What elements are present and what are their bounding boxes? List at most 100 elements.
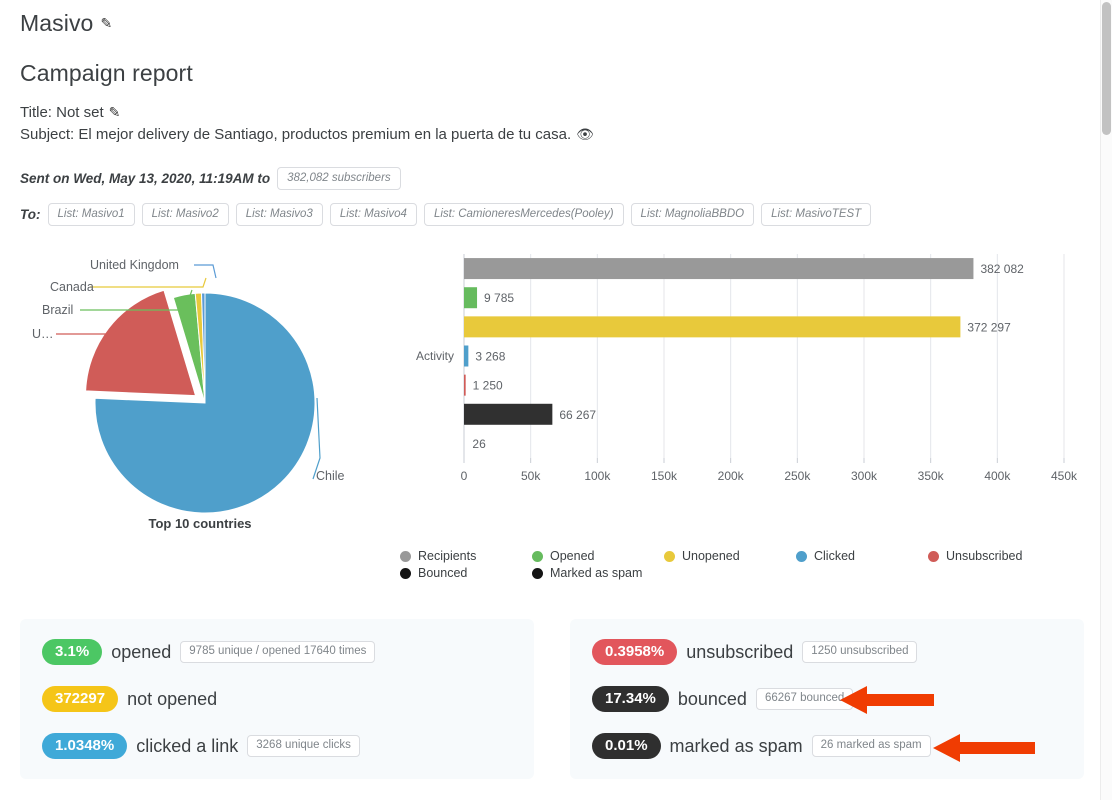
campaign-title-row: Title: Not set ✎	[20, 87, 1100, 121]
campaign-subject-row: Subject: El mejor delivery de Santiago, …	[20, 121, 1100, 143]
scrollbar-thumb[interactable]	[1102, 2, 1111, 135]
app-title: Masivo ✎	[20, 0, 1100, 37]
legend-color-dot	[400, 551, 411, 562]
activity-bar-chart: 0 50k 100k 150k 200k 250k 300k 350k 400k 450k 382 …	[400, 248, 1100, 558]
bar-chart-svg: 0 50k 100k 150k 200k 250k 300k 350k 400k 450k 382 …	[400, 248, 1100, 498]
legend-label: Recipients	[418, 549, 476, 563]
legend-color-dot	[400, 568, 411, 579]
stat-label: marked as spam	[670, 736, 803, 757]
x-axis-tick-label: 100k	[584, 469, 611, 483]
stat-sub-chip: 1250 unsubscribed	[802, 641, 917, 663]
pie-leader-line	[90, 278, 206, 287]
pie-slice-label: Chile	[316, 469, 345, 483]
bar-value-label: 9 785	[484, 292, 514, 306]
pie-chart-title: Top 10 countries	[20, 516, 380, 531]
page-title: Campaign report	[20, 37, 1100, 87]
stat-label: opened	[111, 642, 171, 663]
stat-label: unsubscribed	[686, 642, 793, 663]
top-countries-pie-chart: ChileU…BrazilCanadaUnited Kingdom Top 10…	[20, 248, 420, 548]
list-chip[interactable]: List: Masivo1	[48, 203, 135, 226]
stat-sub-chip: 9785 unique / opened 17640 times	[180, 641, 375, 663]
sent-info-row: Sent on Wed, May 13, 2020, 11:19AM to 38…	[20, 143, 1100, 190]
stat-badge: 0.01%	[592, 733, 661, 759]
campaign-report-page: Masivo ✎ Campaign report Title: Not set …	[0, 0, 1100, 800]
list-chip[interactable]: List: CamioneresMercedes(Pooley)	[424, 203, 624, 226]
bar	[464, 346, 468, 367]
stat-badge: 0.3958%	[592, 639, 677, 665]
subscribers-chip: 382,082 subscribers	[277, 167, 401, 190]
legend-item-unsubscribed[interactable]: Unsubscribed	[928, 549, 1060, 563]
legend-item-recipients[interactable]: Recipients	[400, 549, 532, 563]
campaign-title-label: Title: Not set	[20, 104, 104, 121]
pie-slice-label: U…	[32, 327, 54, 341]
x-axis-tick-label: 400k	[984, 469, 1011, 483]
legend-color-dot	[796, 551, 807, 562]
to-lists-row: To: List: Masivo1 List: Masivo2 List: Ma…	[20, 190, 1100, 226]
legend-item-unopened[interactable]: Unopened	[664, 549, 796, 563]
stat-sub-chip: 66267 bounced	[756, 688, 853, 710]
bar-value-label: 1 250	[473, 379, 503, 393]
stat-label: bounced	[678, 689, 747, 710]
x-axis-tick-label: 0	[461, 469, 468, 483]
stat-sub-chip: 3268 unique clicks	[247, 735, 360, 757]
bar-value-label: 66 267	[559, 408, 596, 422]
legend-color-dot	[532, 551, 543, 562]
x-axis-tick-label: 150k	[651, 469, 678, 483]
list-chip[interactable]: List: Masivo2	[142, 203, 229, 226]
to-label: To:	[20, 207, 41, 222]
legend-label: Unopened	[682, 549, 740, 563]
bottom-fade	[0, 786, 1100, 800]
bar-value-label: 372 297	[967, 321, 1011, 335]
stat-badge: 372297	[42, 686, 118, 712]
page-scrollbar[interactable]	[1100, 0, 1112, 800]
x-axis-tick-label: 250k	[784, 469, 811, 483]
engagement-stats-card: 3.1% opened 9785 unique / opened 17640 t…	[20, 619, 534, 779]
bar-value-label: 26	[472, 437, 486, 451]
legend-color-dot	[928, 551, 939, 562]
stats-cards: 3.1% opened 9785 unique / opened 17640 t…	[20, 619, 1084, 779]
stat-sub-chip: 26 marked as spam	[812, 735, 931, 757]
pencil-icon[interactable]: ✎	[100, 15, 112, 32]
stat-row-opened: 3.1% opened 9785 unique / opened 17640 t…	[42, 639, 512, 665]
app-title-text: Masivo	[20, 10, 93, 37]
legend-item-bounced[interactable]: Bounced	[400, 566, 532, 580]
bar	[464, 404, 552, 425]
bar	[464, 375, 466, 396]
x-axis-tick-label: 350k	[918, 469, 945, 483]
deliverability-stats-card: 0.3958% unsubscribed 1250 unsubscribed 1…	[570, 619, 1084, 779]
legend-label: Bounced	[418, 566, 467, 580]
sent-prefix: Sent on Wed, May 13, 2020, 11:19AM to	[20, 171, 270, 186]
x-axis-tick-label: 300k	[851, 469, 878, 483]
charts-area: ChileU…BrazilCanadaUnited Kingdom Top 10…	[20, 248, 1100, 558]
stat-row-unsubscribed: 0.3958% unsubscribed 1250 unsubscribed	[592, 639, 1062, 665]
x-axis-tick-label: 50k	[521, 469, 541, 483]
list-chip[interactable]: List: Masivo4	[330, 203, 417, 226]
bar-value-label: 382 082	[980, 263, 1024, 277]
stat-row-bounced: 17.34% bounced 66267 bounced	[592, 686, 1062, 712]
list-chip[interactable]: List: Masivo3	[236, 203, 323, 226]
legend-label: Unsubscribed	[946, 549, 1022, 563]
legend-item-marked-as-spam[interactable]: Marked as spam	[532, 566, 664, 580]
list-chip[interactable]: List: MasivoTEST	[761, 203, 871, 226]
bar	[464, 288, 477, 309]
pencil-icon[interactable]: ✎	[109, 104, 121, 121]
bar-chart-legend: Recipients Opened Unopened Clicked Unsubscri…	[400, 549, 1060, 580]
stat-label: clicked a link	[136, 736, 238, 757]
legend-label: Clicked	[814, 549, 855, 563]
pie-slice-label: Brazil	[42, 303, 73, 317]
stat-badge: 3.1%	[42, 639, 102, 665]
legend-item-clicked[interactable]: Clicked	[796, 549, 928, 563]
x-axis-tick-label: 200k	[718, 469, 745, 483]
list-chip[interactable]: List: MagnoliaBBDO	[631, 203, 755, 226]
x-axis-tick-label: 450k	[1051, 469, 1078, 483]
legend-label: Marked as spam	[550, 566, 642, 580]
eye-icon[interactable]: 👁	[576, 126, 594, 143]
stat-label: not opened	[127, 689, 217, 710]
stat-row-marked-as-spam: 0.01% marked as spam 26 marked as spam	[592, 733, 1062, 759]
legend-item-opened[interactable]: Opened	[532, 549, 664, 563]
stat-row-not-opened: 372297 not opened	[42, 686, 512, 712]
pie-leader-line	[194, 265, 216, 278]
campaign-subject-label: Subject: El mejor delivery de Santiago, …	[20, 126, 571, 143]
legend-color-dot	[532, 568, 543, 579]
bar	[464, 317, 960, 338]
